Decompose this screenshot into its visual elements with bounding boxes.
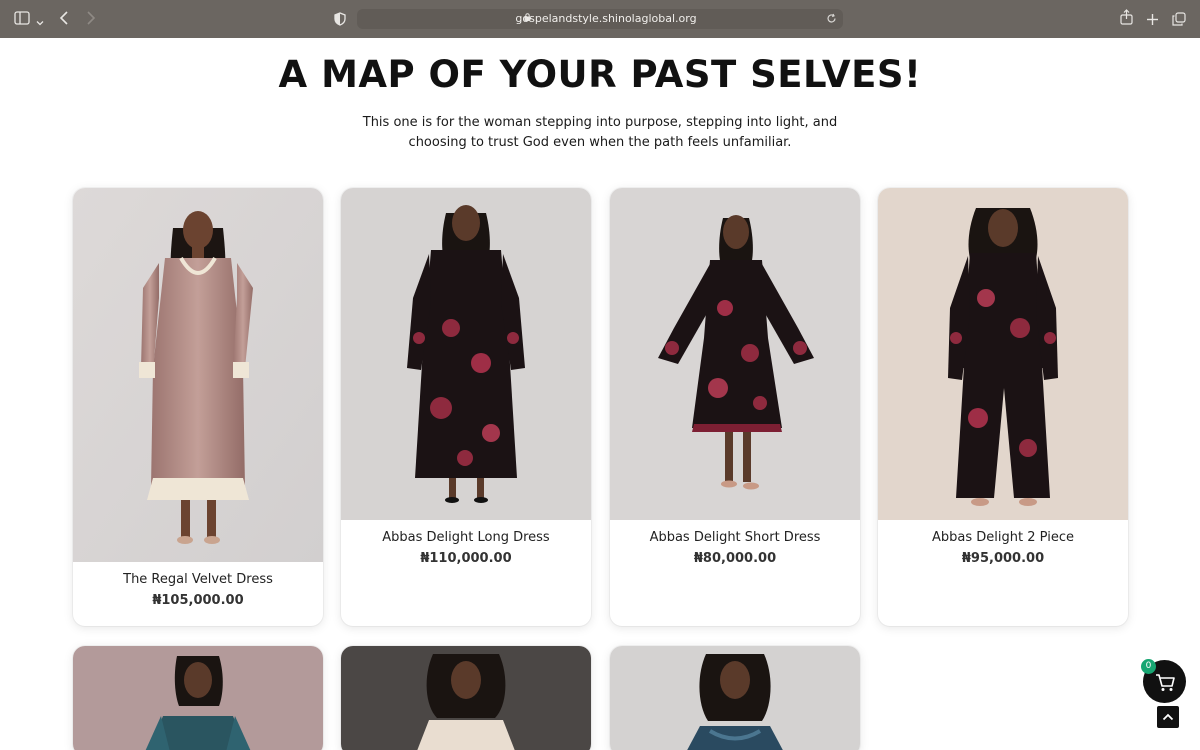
product-card[interactable]: Abbas Delight Short Dress ₦80,000.00: [610, 188, 860, 626]
product-card[interactable]: [341, 646, 591, 750]
browser-toolbar: gospelandstyle.shinolaglobal.org: [0, 0, 1200, 38]
chevron-up-icon: [1162, 713, 1174, 721]
page-subtitle: This one is for the woman stepping into …: [362, 115, 838, 150]
forward-icon[interactable]: [86, 10, 96, 30]
cart-count-badge: 0: [1141, 659, 1156, 674]
back-icon[interactable]: [59, 10, 69, 30]
scroll-to-top-button[interactable]: [1157, 706, 1179, 728]
plus-icon[interactable]: [1146, 11, 1159, 30]
product-image[interactable]: [878, 188, 1128, 520]
product-image[interactable]: [73, 188, 323, 562]
product-image[interactable]: [610, 646, 860, 750]
shield-icon[interactable]: [334, 11, 346, 30]
product-price: ₦80,000.00: [693, 551, 777, 566]
product-image[interactable]: [73, 646, 323, 750]
share-icon[interactable]: [1120, 9, 1133, 29]
product-image[interactable]: [610, 188, 860, 520]
product-price: ₦110,000.00: [420, 551, 512, 566]
url-text: gospelandstyle.shinolaglobal.org: [515, 12, 697, 25]
chevron-down-icon[interactable]: [36, 12, 44, 31]
product-name[interactable]: Abbas Delight 2 Piece: [878, 530, 1128, 545]
product-card[interactable]: Abbas Delight Long Dress ₦110,000.00: [341, 188, 591, 626]
sidebar-icon[interactable]: [14, 10, 30, 29]
product-card[interactable]: [610, 646, 860, 750]
product-name[interactable]: The Regal Velvet Dress: [73, 572, 323, 587]
product-name[interactable]: Abbas Delight Short Dress: [610, 530, 860, 545]
address-bar[interactable]: gospelandstyle.shinolaglobal.org: [357, 9, 843, 29]
product-card[interactable]: Abbas Delight 2 Piece ₦95,000.00: [878, 188, 1128, 626]
product-card[interactable]: The Regal Velvet Dress ₦105,000.00: [73, 188, 323, 626]
product-image[interactable]: [341, 188, 591, 520]
page-title: A MAP OF YOUR PAST SELVES!: [278, 53, 922, 96]
product-image[interactable]: [341, 646, 591, 750]
product-price: ₦95,000.00: [961, 551, 1045, 566]
product-name[interactable]: Abbas Delight Long Dress: [341, 530, 591, 545]
reload-icon[interactable]: [826, 10, 837, 27]
product-price: ₦105,000.00: [152, 593, 244, 608]
product-card[interactable]: [73, 646, 323, 750]
tabs-icon[interactable]: [1172, 11, 1186, 30]
